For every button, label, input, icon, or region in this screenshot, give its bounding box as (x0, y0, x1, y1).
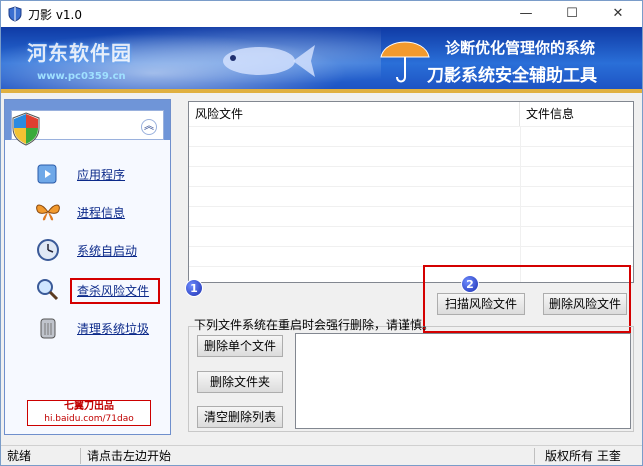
risk-file-list[interactable]: 风险文件 文件信息 (188, 101, 634, 283)
status-ready: 就绪 (3, 448, 81, 464)
collapse-sidebar-button[interactable]: ︽ (141, 119, 157, 135)
sidebar: ︽ 应用程序 进程信息 系统自启动 查杀风险文件 清理系统垃圾 七翼刀出品 hi… (4, 99, 171, 435)
column-header-risk-file[interactable]: 风险文件 (189, 102, 520, 126)
butterfly-icon (36, 204, 60, 221)
koi-fish-icon (223, 45, 315, 77)
watermark-url: www.pc0359.cn (37, 71, 126, 82)
trash-bin-icon (40, 318, 56, 339)
delete-on-reboot-note: 下列文件系统在重启时会强行删除，请谨慎。 (194, 318, 435, 332)
scan-risk-files-button[interactable]: 扫描风险文件 (437, 293, 525, 315)
step-marker-1: 1 (185, 279, 203, 297)
author-badge[interactable]: 七翼刀出品 hi.baidu.com/71dao (27, 400, 151, 426)
active-item-highlight (70, 278, 160, 304)
row-divider (189, 246, 633, 247)
sidebar-item-label: 系统自启动 (77, 244, 138, 258)
column-divider (520, 126, 521, 282)
status-copyright: 版权所有 王奎 (545, 449, 621, 463)
clock-icon (37, 239, 59, 261)
row-divider (189, 226, 633, 227)
row-divider (189, 186, 633, 187)
umbrella-icon (380, 41, 430, 83)
column-header-file-info[interactable]: 文件信息 (520, 102, 633, 126)
sidebar-item-label: 应用程序 (77, 168, 126, 182)
delete-risk-files-button[interactable]: 删除风险文件 (543, 293, 627, 315)
watermark-title: 河东软件园 (27, 41, 132, 65)
sidebar-item-label: 进程信息 (77, 206, 126, 220)
row-divider (189, 126, 633, 127)
clear-delete-list-button[interactable]: 清空删除列表 (197, 406, 283, 428)
banner-slogan-line1: 诊断优化管理你的系统 (445, 39, 596, 57)
app-window-icon (37, 164, 57, 184)
shield-icon (12, 112, 40, 146)
delete-list-textarea[interactable] (295, 333, 631, 429)
delete-folder-button[interactable]: 删除文件夹 (197, 371, 283, 393)
row-divider (189, 146, 633, 147)
window-title: 刀影 v1.0 (28, 8, 83, 22)
row-divider (189, 206, 633, 207)
main-panel: 风险文件 文件信息 1 2 扫描风险文件 删除风险文件 下列文件系统在重启时会强… (183, 97, 639, 437)
app-window: 刀影 v1.0 — ☐ ✕ 河东软件园 www.pc0359.cn 诊断优化管理… (0, 0, 643, 466)
banner-slogan-line2: 刀影系统安全辅助工具 (427, 66, 597, 86)
app-logo-icon (8, 6, 22, 22)
magnifier-icon (37, 279, 59, 301)
sidebar-item-label: 清理系统垃圾 (77, 322, 150, 336)
badge-title: 七翼刀出品 (64, 401, 114, 412)
badge-url: hi.baidu.com/71dao (44, 414, 134, 424)
close-button[interactable]: ✕ (595, 1, 641, 27)
minimize-button[interactable]: — (503, 1, 549, 27)
header-banner: 河东软件园 www.pc0359.cn 诊断优化管理你的系统 刀影系统安全辅助工… (1, 27, 642, 93)
status-hint: 请点击左边开始 (83, 448, 535, 464)
maximize-button[interactable]: ☐ (549, 1, 595, 27)
banner-divider (1, 89, 642, 93)
step-marker-2: 2 (461, 275, 479, 293)
row-divider (189, 166, 633, 167)
delete-single-file-button[interactable]: 删除单个文件 (197, 335, 283, 357)
status-bar: 就绪 请点击左边开始 版权所有 王奎 (1, 445, 642, 465)
title-bar[interactable]: 刀影 v1.0 — ☐ ✕ (1, 1, 642, 27)
